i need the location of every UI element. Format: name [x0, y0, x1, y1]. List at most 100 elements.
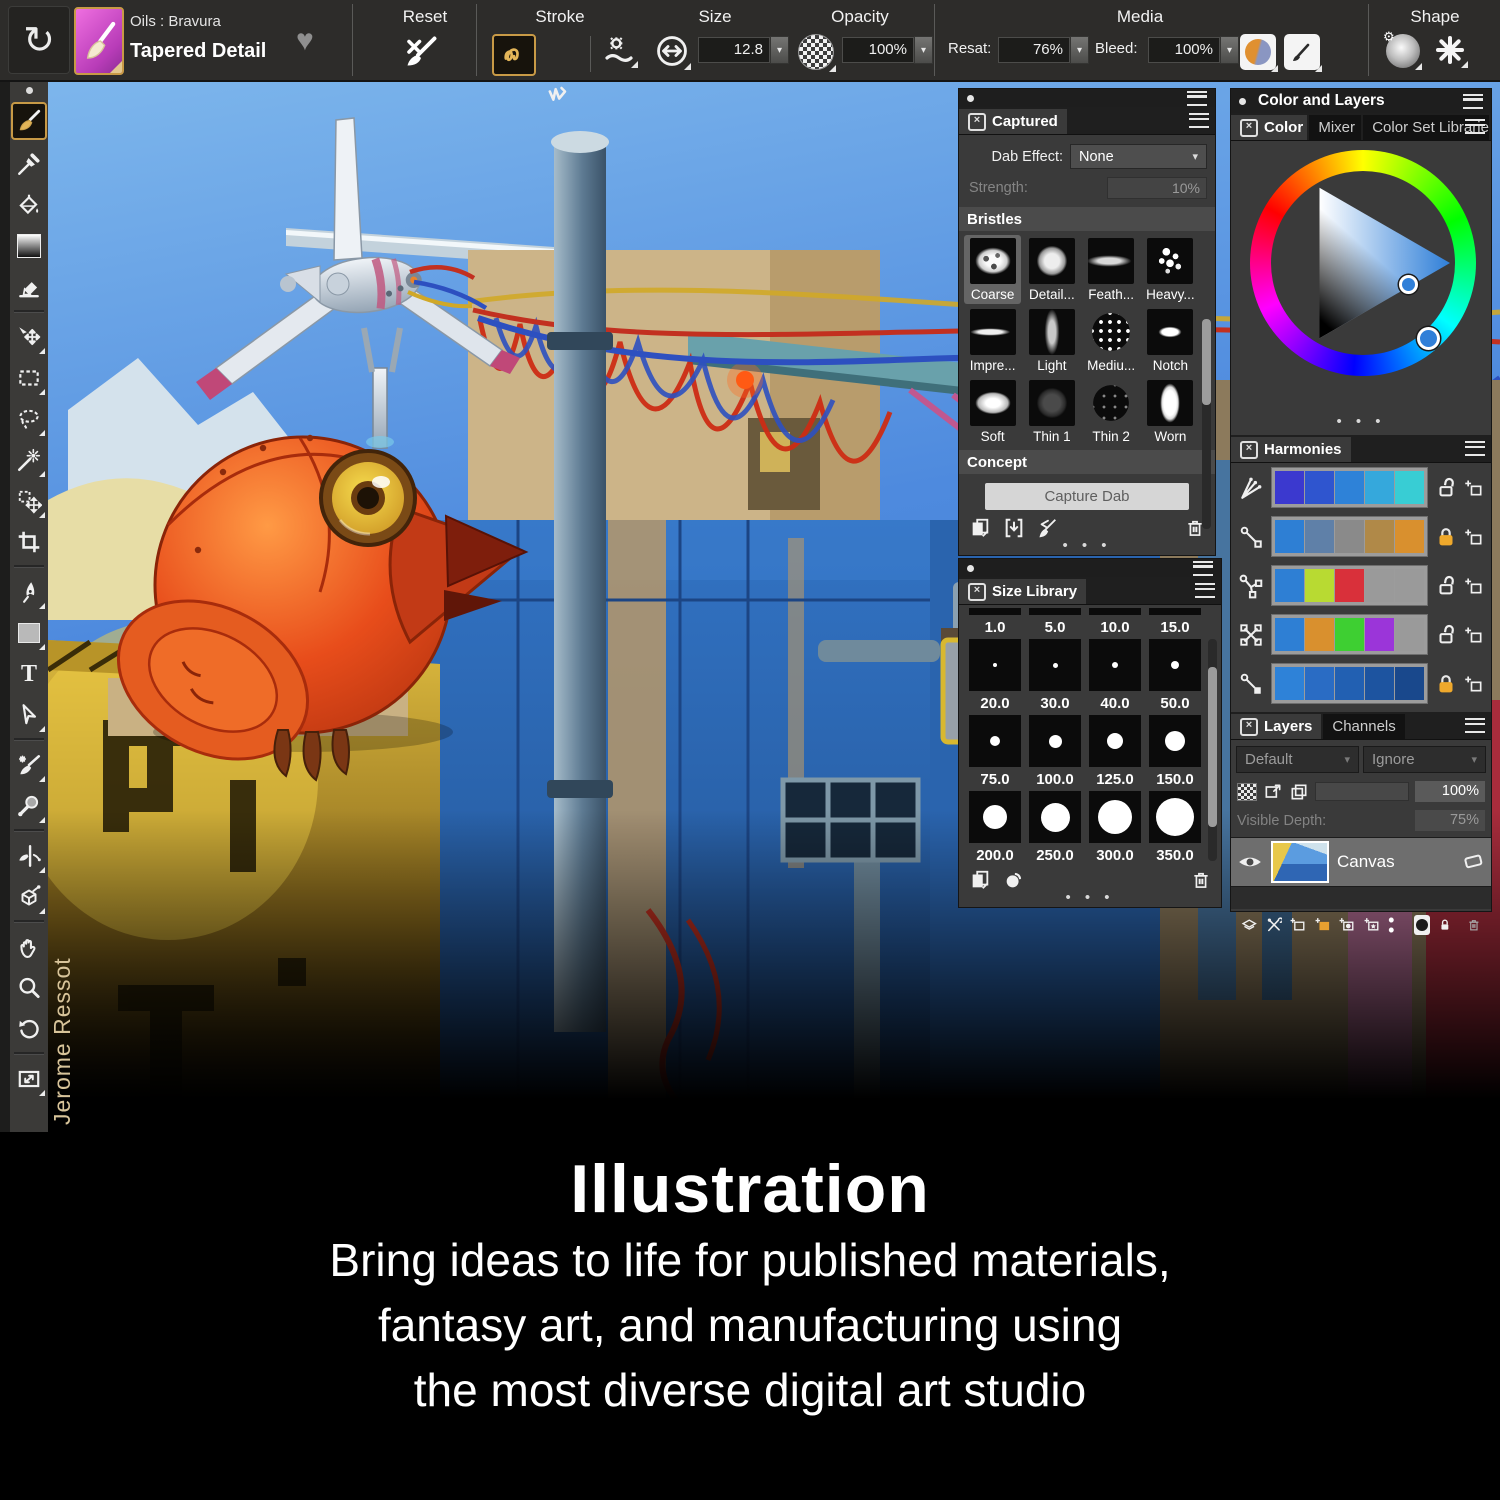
size-thumb[interactable]	[1149, 791, 1201, 843]
panel-grip[interactable]: • • •	[959, 891, 1221, 909]
dab-effect-select[interactable]: None ▾	[1070, 144, 1207, 169]
reset-brush-button[interactable]	[403, 34, 439, 70]
tool-magnifier[interactable]	[12, 967, 46, 1008]
media-brush-loading-button[interactable]	[1284, 34, 1320, 70]
swatch[interactable]	[1305, 520, 1334, 553]
bristle-item[interactable]: Coarse	[964, 235, 1021, 304]
layer-attribute-icon[interactable]	[1461, 852, 1485, 872]
size-scrollbar[interactable]	[1208, 639, 1217, 861]
bristle-item[interactable]: Mediu...	[1083, 306, 1140, 375]
bristle-item[interactable]: Feath...	[1083, 235, 1140, 304]
captured-drawer-bar[interactable]	[959, 89, 1215, 107]
size-thumb[interactable]	[969, 791, 1021, 843]
harmony-complement-icon[interactable]	[1238, 524, 1264, 550]
swatch[interactable]	[1395, 471, 1424, 504]
toolbox-drawer-dot[interactable]	[26, 87, 33, 94]
layers-empty-area[interactable]	[1231, 887, 1491, 909]
tab-size-library[interactable]: × Size Library	[959, 579, 1086, 604]
lock-icon[interactable]	[1435, 575, 1457, 597]
harmony-shades-icon[interactable]	[1238, 671, 1264, 697]
tool-gradient[interactable]	[12, 225, 46, 266]
swatch[interactable]	[1275, 667, 1304, 700]
harmony-split-icon[interactable]	[1238, 573, 1264, 599]
swatch[interactable]	[1335, 667, 1364, 700]
bristles-header[interactable]: Bristles	[959, 207, 1215, 231]
add-swatch-icon[interactable]	[1464, 674, 1484, 694]
opacity-input[interactable]: 100%	[842, 37, 914, 63]
swatch[interactable]	[1335, 569, 1364, 602]
undo-rotate-button[interactable]: ↻	[8, 6, 70, 74]
tool-transform[interactable]	[12, 480, 46, 521]
bristle-item[interactable]: Light	[1023, 306, 1080, 375]
menu-icon[interactable]	[1463, 94, 1483, 109]
swatch[interactable]	[1275, 520, 1304, 553]
pickup-color-icon[interactable]	[1263, 782, 1283, 802]
bristle-item[interactable]: Detail...	[1023, 235, 1080, 304]
size-thumb[interactable]	[1029, 715, 1081, 767]
tool-brush[interactable]	[11, 102, 47, 140]
tab-layers[interactable]: × Layers	[1231, 714, 1321, 739]
tab-harmonies[interactable]: × Harmonies	[1231, 437, 1351, 462]
preserve-transparency-icon[interactable]	[1237, 783, 1257, 801]
size-thumb-clipped[interactable]	[1029, 608, 1081, 615]
swatch[interactable]	[1275, 618, 1304, 651]
duplicate-layer-icon[interactable]	[1289, 782, 1309, 802]
swatch[interactable]	[1395, 667, 1424, 700]
close-icon[interactable]: ×	[968, 583, 986, 601]
tool-perspective-guides[interactable]	[12, 876, 46, 917]
size-thumb-clipped[interactable]	[969, 608, 1021, 615]
add-swatch-icon[interactable]	[1464, 527, 1484, 547]
tab-mixer[interactable]: Mixer	[1309, 115, 1361, 140]
lock-icon[interactable]	[1435, 624, 1457, 646]
swatch[interactable]	[1305, 667, 1334, 700]
visibility-eye-icon[interactable]	[1237, 853, 1263, 871]
swatch[interactable]	[1305, 569, 1334, 602]
lock-icon[interactable]	[1435, 673, 1457, 695]
opacity-dropdown-button[interactable]: ▾	[914, 36, 933, 64]
tool-crop[interactable]	[12, 521, 46, 562]
menu-icon[interactable]	[1195, 583, 1215, 598]
triangle-color-marker[interactable]	[1399, 275, 1418, 294]
bristle-item[interactable]: Worn	[1142, 377, 1199, 446]
tool-grabber-hand[interactable]	[12, 926, 46, 967]
bristle-item[interactable]: Notch	[1142, 306, 1199, 375]
resat-dropdown-button[interactable]: ▾	[1070, 36, 1089, 64]
more-dots-icon[interactable]: • •	[1388, 915, 1406, 935]
trash-icon[interactable]	[1191, 869, 1211, 891]
bleed-input[interactable]: 100%	[1148, 37, 1220, 63]
menu-icon[interactable]	[1189, 113, 1209, 128]
tool-pen[interactable]	[12, 571, 46, 612]
new-ink-layer-icon[interactable]	[1339, 914, 1356, 936]
dab-options-button[interactable]	[602, 34, 636, 66]
edit-dabs-icon[interactable]	[1037, 517, 1059, 539]
size-dropdown-button[interactable]: ▾	[770, 36, 789, 64]
size-input[interactable]: 12.8	[698, 37, 770, 63]
size-thumb[interactable]	[1149, 639, 1201, 691]
tool-mirror-painting[interactable]	[12, 835, 46, 876]
size-thumb[interactable]	[1089, 791, 1141, 843]
blend-mode-select[interactable]: Default ▾	[1236, 746, 1359, 773]
menu-icon[interactable]	[1465, 119, 1485, 134]
splat-shape-button[interactable]	[1434, 34, 1466, 66]
swatch[interactable]	[1365, 520, 1394, 553]
new-dynamic-layer-icon[interactable]	[1364, 914, 1381, 936]
swatch[interactable]	[1365, 471, 1394, 504]
swatch[interactable]	[1275, 569, 1304, 602]
import-dab-icon[interactable]	[1003, 517, 1025, 539]
strength-value[interactable]: 10%	[1107, 177, 1207, 199]
swatch[interactable]	[1335, 520, 1364, 553]
panel-grip[interactable]: • • •	[1231, 415, 1491, 433]
tool-shape-select[interactable]	[12, 694, 46, 735]
menu-icon[interactable]	[1187, 91, 1207, 106]
swatch[interactable]	[1335, 471, 1364, 504]
size-thumb[interactable]	[1149, 715, 1201, 767]
dab-preview-icon[interactable]	[1003, 869, 1025, 891]
bristle-item[interactable]: Thin 1	[1023, 377, 1080, 446]
close-icon[interactable]: ×	[968, 113, 986, 131]
menu-icon[interactable]	[1465, 718, 1485, 733]
add-swatch-icon[interactable]	[1464, 625, 1484, 645]
concept-header[interactable]: Concept	[959, 450, 1215, 474]
size-thumb[interactable]	[1089, 639, 1141, 691]
panel-grip[interactable]: • • •	[959, 539, 1215, 557]
add-swatch-icon[interactable]	[1464, 478, 1484, 498]
